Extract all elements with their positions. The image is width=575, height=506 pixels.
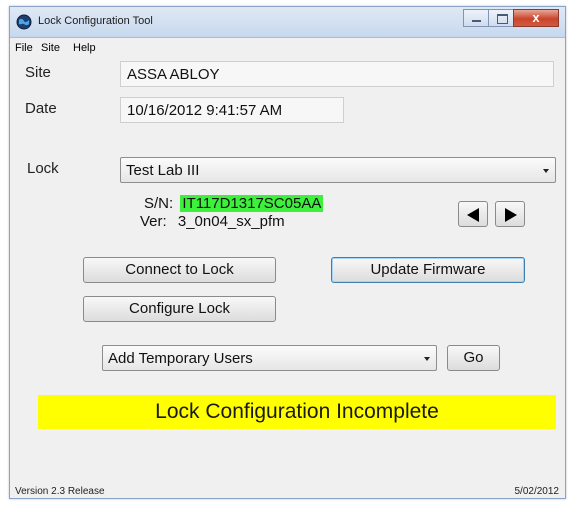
window-title: Lock Configuration Tool [38,15,153,27]
minimize-button[interactable] [463,9,489,27]
serial-number-value: IT117D1317SC05AA [180,195,324,212]
app-globe-icon [16,14,32,30]
minimize-icon [472,20,481,22]
close-icon: x [532,10,540,25]
serial-number-row: S/N: IT117D1317SC05AA [144,195,324,212]
configure-lock-button[interactable]: Configure Lock [83,296,276,322]
chevron-down-icon [424,357,430,361]
menu-file[interactable]: File [15,42,33,54]
date-label: Date [25,100,57,117]
menu-bar: File Site Help [10,38,565,58]
title-bar[interactable]: Lock Configuration Tool x [10,7,565,38]
go-button[interactable]: Go [447,345,500,371]
release-date-footer: 5/02/2012 [514,486,560,497]
arrow-left-icon [467,208,479,222]
serial-number-label: S/N: [144,195,174,212]
next-lock-button[interactable] [495,201,525,227]
previous-lock-button[interactable] [458,201,488,227]
lock-label: Lock [27,160,59,177]
app-window: Lock Configuration Tool x File Site Help… [9,6,566,499]
update-firmware-button[interactable]: Update Firmware [331,257,525,283]
lock-select[interactable]: Test Lab III [120,157,556,183]
connect-to-lock-button[interactable]: Connect to Lock [83,257,276,283]
menu-site[interactable]: Site [41,42,60,54]
window-controls: x [463,9,559,29]
version-footer: Version 2.3 Release [15,486,105,497]
action-select[interactable]: Add Temporary Users [102,345,437,371]
version-row: Ver: 3_0n04_sx_pfm [140,213,285,230]
arrow-right-icon [505,208,517,222]
version-value: 3_0n04_sx_pfm [177,213,285,230]
status-banner: Lock Configuration Incomplete [38,395,556,429]
site-field: ASSA ABLOY [120,61,554,87]
chevron-down-icon [543,169,549,173]
date-field: 10/16/2012 9:41:57 AM [120,97,344,123]
menu-help[interactable]: Help [73,42,96,54]
maximize-button[interactable] [488,9,514,27]
action-select-value: Add Temporary Users [108,350,253,367]
site-label: Site [25,64,51,81]
version-label: Ver: [140,213,167,230]
lock-select-value: Test Lab III [126,162,200,179]
maximize-icon [497,14,508,24]
close-button[interactable]: x [513,9,559,27]
